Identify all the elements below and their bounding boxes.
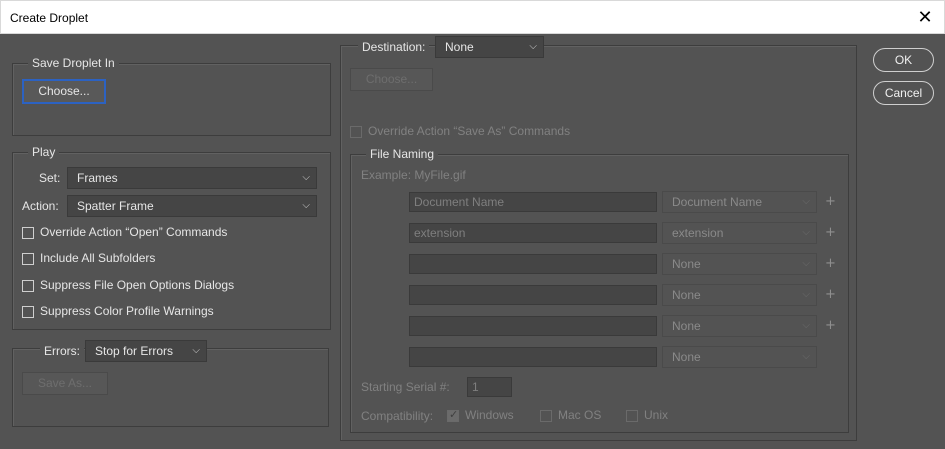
compatibility-label: Compatibility: — [361, 409, 434, 423]
errors-label: Errors: — [40, 344, 84, 358]
chevron-down-icon: ⌵ — [302, 200, 310, 211]
naming-select-2[interactable]: extension ⌵ — [662, 222, 817, 244]
chevron-down-icon: ⌵ — [802, 196, 810, 207]
add-naming-row-icon[interactable]: + — [825, 194, 836, 209]
save-droplet-in-legend: Save Droplet In — [28, 56, 119, 70]
naming-select-4-value: None — [672, 288, 701, 302]
naming-select-3[interactable]: None ⌵ — [662, 253, 817, 275]
compat-windows-label: Windows — [465, 408, 514, 422]
include-subfolders-checkbox[interactable] — [22, 253, 34, 265]
ok-button[interactable]: OK — [873, 48, 934, 72]
action-select-value: Spatter Frame — [77, 199, 154, 213]
add-naming-row-icon[interactable]: + — [825, 256, 836, 271]
chevron-down-icon: ⌵ — [302, 172, 310, 183]
set-select[interactable]: Frames ⌵ — [67, 167, 317, 189]
naming-select-6-value: None — [672, 350, 701, 364]
naming-input-4[interactable] — [409, 285, 657, 305]
save-in-choose-button[interactable]: Choose... — [22, 79, 106, 104]
compat-unix-label: Unix — [644, 408, 669, 422]
add-naming-row-icon[interactable]: + — [825, 287, 836, 302]
naming-select-2-value: extension — [672, 226, 724, 240]
cancel-button[interactable]: Cancel — [873, 81, 934, 105]
naming-input-6[interactable] — [409, 347, 657, 367]
suppress-color-warnings-label: Suppress Color Profile Warnings — [40, 304, 214, 318]
naming-input-3[interactable] — [409, 254, 657, 274]
chevron-down-icon: ⌵ — [802, 320, 810, 331]
naming-select-1-value: Document Name — [672, 195, 763, 209]
action-label: Action: — [22, 199, 59, 213]
override-save-as-label: Override Action “Save As” Commands — [368, 124, 571, 138]
chevron-down-icon: ⌵ — [802, 351, 810, 362]
destination-label: Destination: — [358, 40, 430, 54]
add-naming-row-icon[interactable]: + — [825, 318, 836, 333]
chevron-down-icon: ⌵ — [192, 345, 200, 356]
save-as-button[interactable]: Save As... — [22, 372, 108, 395]
starting-serial-input[interactable]: 1 — [467, 377, 512, 397]
naming-select-4[interactable]: None ⌵ — [662, 284, 817, 306]
chevron-down-icon: ⌵ — [529, 41, 537, 52]
naming-input-1[interactable]: Document Name — [409, 192, 657, 212]
naming-select-5[interactable]: None ⌵ — [662, 315, 817, 337]
play-legend: Play — [28, 145, 60, 159]
action-select[interactable]: Spatter Frame ⌵ — [67, 195, 317, 217]
override-open-label: Override Action “Open” Commands — [40, 225, 228, 239]
window-title: Create Droplet — [10, 11, 89, 25]
compat-windows-checkbox[interactable] — [447, 408, 459, 422]
naming-input-2[interactable]: extension — [409, 223, 657, 243]
add-naming-row-icon[interactable]: + — [825, 225, 836, 240]
suppress-open-dialogs-label: Suppress File Open Options Dialogs — [40, 278, 235, 292]
compat-macos-label: Mac OS — [558, 408, 602, 422]
title-bar: Create Droplet ✕ — [0, 0, 945, 34]
destination-select-value: None — [445, 40, 474, 54]
compat-unix-checkbox[interactable] — [626, 410, 638, 422]
naming-select-3-value: None — [672, 257, 701, 271]
set-label: Set: — [39, 171, 61, 185]
file-naming-example: Example: MyFile.gif — [361, 168, 466, 182]
file-naming-legend: File Naming — [366, 147, 439, 161]
override-open-checkbox[interactable] — [22, 227, 34, 239]
destination-select[interactable]: None ⌵ — [435, 36, 544, 58]
chevron-down-icon: ⌵ — [802, 289, 810, 300]
naming-select-5-value: None — [672, 319, 701, 333]
destination-choose-button[interactable]: Choose... — [350, 68, 433, 91]
errors-select-value: Stop for Errors — [95, 344, 174, 358]
errors-select[interactable]: Stop for Errors ⌵ — [85, 340, 207, 362]
set-select-value: Frames — [77, 171, 118, 185]
suppress-open-dialogs-checkbox[interactable] — [22, 280, 34, 292]
compat-macos-checkbox[interactable] — [540, 410, 552, 422]
naming-input-5[interactable] — [409, 316, 657, 336]
naming-select-1[interactable]: Document Name ⌵ — [662, 191, 817, 213]
suppress-color-warnings-checkbox[interactable] — [22, 306, 34, 318]
include-subfolders-label: Include All Subfolders — [40, 251, 156, 265]
naming-select-6[interactable]: None ⌵ — [662, 346, 817, 368]
override-save-as-checkbox[interactable] — [350, 126, 362, 138]
chevron-down-icon: ⌵ — [802, 227, 810, 238]
close-icon[interactable]: ✕ — [912, 5, 938, 31]
starting-serial-label: Starting Serial #: — [361, 380, 450, 394]
chevron-down-icon: ⌵ — [802, 258, 810, 269]
